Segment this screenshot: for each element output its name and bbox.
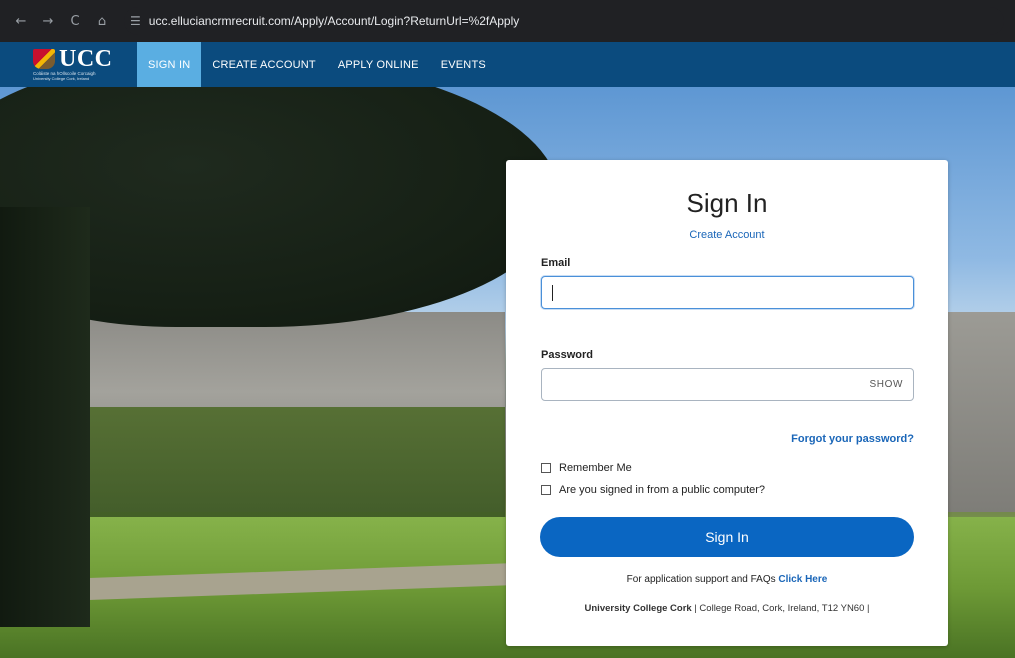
- crest-icon: [33, 49, 55, 69]
- reload-icon[interactable]: C: [64, 10, 86, 32]
- nav-sign-in[interactable]: SIGN IN: [137, 42, 202, 87]
- back-icon[interactable]: ←: [10, 10, 32, 32]
- support-link[interactable]: Click Here: [778, 574, 827, 585]
- forgot-password-link[interactable]: Forgot your password?: [791, 433, 914, 445]
- public-computer-row[interactable]: Are you signed in from a public computer…: [541, 484, 765, 496]
- logo-text: UCC: [59, 46, 113, 72]
- home-icon[interactable]: ⌂: [91, 10, 113, 32]
- site-nav: UCC Coláiste na hOllscoile Corcaigh Univ…: [0, 42, 1015, 87]
- public-computer-checkbox[interactable]: [541, 485, 551, 495]
- footer-address-text: | College Road, Cork, Ireland, T12 YN60 …: [691, 603, 870, 614]
- site-info-icon[interactable]: ☰: [130, 14, 141, 28]
- text-caret: [552, 285, 553, 301]
- remember-me-row[interactable]: Remember Me: [541, 462, 632, 474]
- signin-card: Sign In Create Account Email Password SH…: [506, 160, 948, 646]
- show-password-button[interactable]: SHOW: [869, 379, 903, 390]
- logo-subtitle-english: University College Cork, Ireland: [33, 76, 90, 81]
- browser-toolbar: ← → C ⌂ ☰ ucc.elluciancrmrecruit.com/App…: [0, 0, 1015, 42]
- remember-me-checkbox[interactable]: [541, 463, 551, 473]
- sign-in-button[interactable]: Sign In: [540, 517, 914, 557]
- nav-apply-online[interactable]: APPLY ONLINE: [327, 42, 430, 87]
- support-label: For application support and FAQs: [626, 574, 779, 585]
- create-account-link[interactable]: Create Account: [506, 229, 948, 241]
- password-label: Password: [541, 349, 593, 361]
- public-computer-label: Are you signed in from a public computer…: [559, 484, 766, 496]
- tree-trunk: [0, 207, 90, 627]
- remember-me-label: Remember Me: [559, 462, 632, 474]
- url-text[interactable]: ucc.elluciancrmrecruit.com/Apply/Account…: [149, 14, 520, 28]
- support-text: For application support and FAQs Click H…: [506, 574, 948, 585]
- address-bar[interactable]: ☰ ucc.elluciancrmrecruit.com/Apply/Accou…: [124, 7, 1004, 35]
- nav-events[interactable]: EVENTS: [430, 42, 497, 87]
- nav-create-account[interactable]: CREATE ACCOUNT: [201, 42, 326, 87]
- email-label: Email: [541, 257, 571, 269]
- signin-title: Sign In: [686, 188, 768, 218]
- building-right: [940, 312, 1015, 512]
- email-field[interactable]: [541, 276, 914, 309]
- password-field[interactable]: SHOW: [541, 368, 914, 401]
- forward-icon[interactable]: →: [37, 10, 59, 32]
- ucc-logo[interactable]: UCC Coláiste na hOllscoile Corcaigh Univ…: [33, 42, 137, 87]
- footer-org: University College Cork: [584, 603, 692, 614]
- footer-address: University College Cork | College Road, …: [506, 603, 948, 614]
